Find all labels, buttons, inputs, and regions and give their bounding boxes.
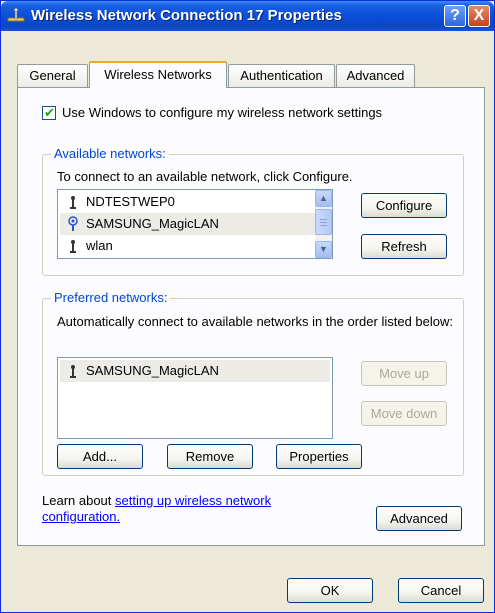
- tab-panel: ✔ Use Windows to configure my wireless n…: [17, 87, 485, 546]
- available-instruction: To connect to an available network, clic…: [57, 169, 353, 184]
- tab-general[interactable]: General: [17, 64, 88, 87]
- scroll-up-icon[interactable]: ▲: [315, 190, 332, 207]
- scroll-down-icon[interactable]: ▼: [315, 241, 332, 258]
- setup-wireless-link[interactable]: setting up wireless network: [115, 493, 271, 508]
- list-item[interactable]: SAMSUNG_MagicLAN: [60, 213, 317, 235]
- scroll-thumb[interactable]: [315, 209, 332, 235]
- preferred-networks-title: Preferred networks:: [51, 290, 171, 305]
- tab-authentication[interactable]: Authentication: [228, 64, 335, 87]
- configure-button[interactable]: Configure: [361, 193, 447, 218]
- network-name: SAMSUNG_MagicLAN: [86, 363, 219, 378]
- tab-advanced[interactable]: Advanced: [336, 64, 415, 87]
- add-button[interactable]: Add...: [57, 444, 143, 469]
- list-item[interactable]: NDTESTWEP0: [60, 191, 317, 213]
- network-connection-icon: [7, 7, 25, 22]
- ap-icon: [70, 240, 76, 253]
- list-item[interactable]: wlan: [60, 235, 317, 257]
- refresh-button[interactable]: Refresh: [361, 234, 447, 259]
- learn-prefix: Learn about: [42, 493, 116, 508]
- move-down-button[interactable]: Move down: [361, 401, 447, 426]
- network-name: SAMSUNG_MagicLAN: [86, 216, 219, 231]
- cancel-button[interactable]: Cancel: [398, 578, 484, 603]
- preferred-networks-group: Preferred networks: Automatically connec…: [42, 290, 464, 476]
- use-windows-checkbox[interactable]: ✔: [42, 105, 56, 120]
- ok-button[interactable]: OK: [287, 578, 373, 603]
- properties-window: Wireless Network Connection 17 Propertie…: [0, 0, 495, 613]
- check-mark-icon: ✔: [44, 105, 55, 120]
- remove-button[interactable]: Remove: [167, 444, 253, 469]
- list-item[interactable]: SAMSUNG_MagicLAN: [60, 360, 330, 382]
- preferred-instruction: Automatically connect to available netwo…: [57, 314, 453, 329]
- network-name: NDTESTWEP0: [86, 194, 175, 209]
- preferred-networks-list[interactable]: SAMSUNG_MagicLAN: [57, 357, 333, 439]
- window-title: Wireless Network Connection 17 Propertie…: [31, 7, 342, 24]
- available-networks-group: Available networks: To connect to an ava…: [42, 146, 464, 276]
- title-bar[interactable]: Wireless Network Connection 17 Propertie…: [1, 1, 494, 31]
- advanced-button[interactable]: Advanced: [376, 506, 462, 531]
- available-scrollbar[interactable]: ▲ ▼: [315, 190, 332, 258]
- move-up-button[interactable]: Move up: [361, 361, 447, 386]
- close-button[interactable]: X: [468, 5, 490, 27]
- tab-wireless-networks[interactable]: Wireless Networks: [89, 61, 227, 88]
- help-button[interactable]: ?: [444, 5, 466, 27]
- adhoc-icon: [68, 216, 78, 231]
- network-name: wlan: [86, 238, 113, 253]
- setup-wireless-link-cont[interactable]: configuration.: [42, 509, 120, 524]
- ap-icon: [70, 196, 76, 209]
- learn-about-text: Learn about setting up wireless network: [42, 493, 271, 508]
- use-windows-label[interactable]: Use Windows to configure my wireless net…: [62, 105, 382, 120]
- available-networks-title: Available networks:: [51, 146, 169, 161]
- properties-button[interactable]: Properties: [276, 444, 362, 469]
- available-networks-list[interactable]: NDTESTWEP0 SAMSUNG_MagicLAN wlan ▲ ▼: [57, 189, 333, 259]
- ap-icon: [70, 365, 76, 378]
